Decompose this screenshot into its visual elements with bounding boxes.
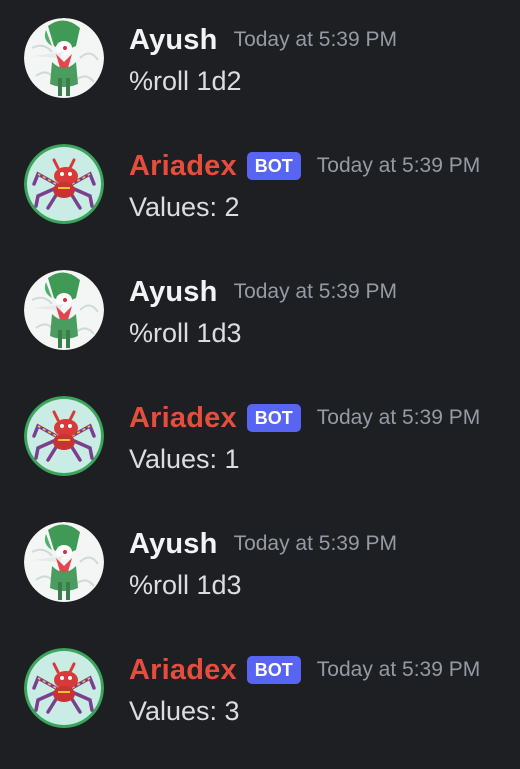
bot-tag: BOT: [246, 656, 301, 684]
gallade-avatar-icon: [24, 18, 104, 98]
username[interactable]: Ayush: [129, 276, 218, 309]
message-content: %roll 1d3: [129, 318, 242, 348]
timestamp: Today at 5:39 PM: [316, 658, 481, 681]
message-content: Values: 2: [129, 192, 240, 222]
message: Ayush Today at 5:39 PM %roll 1d2: [0, 0, 520, 110]
bot-avatar[interactable]: [24, 396, 104, 476]
message: Ayush Today at 5:39 PM %roll 1d3: [0, 504, 520, 614]
message-content: Values: 1: [129, 444, 240, 474]
gallade-avatar-icon: [24, 522, 104, 602]
message: Ariadex BOT Today at 5:39 PM Values: 1: [0, 378, 520, 488]
message-header: Ayush Today at 5:39 PM: [129, 526, 397, 562]
user-avatar[interactable]: [24, 270, 104, 350]
timestamp: Today at 5:39 PM: [233, 532, 397, 555]
username[interactable]: Ariadex: [129, 150, 237, 183]
message-content: Values: 3: [129, 696, 240, 726]
message: Ariadex BOT Today at 5:39 PM Values: 2: [0, 126, 520, 236]
message-header: Ariadex BOT Today at 5:39 PM: [129, 652, 480, 688]
chat-log: Ayush Today at 5:39 PM %roll 1d2 Ariadex…: [0, 0, 520, 769]
bot-avatar[interactable]: [24, 648, 104, 728]
timestamp: Today at 5:39 PM: [233, 280, 397, 303]
username[interactable]: Ayush: [129, 528, 218, 561]
message-content: %roll 1d3: [129, 570, 242, 600]
timestamp: Today at 5:39 PM: [233, 28, 397, 51]
ariados-avatar-icon: [24, 648, 104, 728]
user-avatar[interactable]: [24, 522, 104, 602]
username[interactable]: Ariadex: [129, 402, 237, 435]
user-avatar[interactable]: [24, 18, 104, 98]
timestamp: Today at 5:39 PM: [316, 406, 481, 429]
timestamp: Today at 5:39 PM: [316, 154, 481, 177]
message-content: %roll 1d2: [129, 66, 242, 96]
username[interactable]: Ayush: [129, 24, 218, 57]
gallade-avatar-icon: [24, 270, 104, 350]
message-header: Ariadex BOT Today at 5:39 PM: [129, 148, 480, 184]
username[interactable]: Ariadex: [129, 654, 237, 687]
bot-tag: BOT: [246, 152, 301, 180]
bot-avatar[interactable]: [24, 144, 104, 224]
message: Ayush Today at 5:39 PM %roll 1d3: [0, 252, 520, 362]
message-header: Ayush Today at 5:39 PM: [129, 274, 397, 310]
message-header: Ariadex BOT Today at 5:39 PM: [129, 400, 480, 436]
message-header: Ayush Today at 5:39 PM: [129, 22, 397, 58]
bot-tag: BOT: [246, 404, 301, 432]
message: Ariadex BOT Today at 5:39 PM Values: 3: [0, 630, 520, 740]
ariados-avatar-icon: [24, 396, 104, 476]
ariados-avatar-icon: [24, 144, 104, 224]
